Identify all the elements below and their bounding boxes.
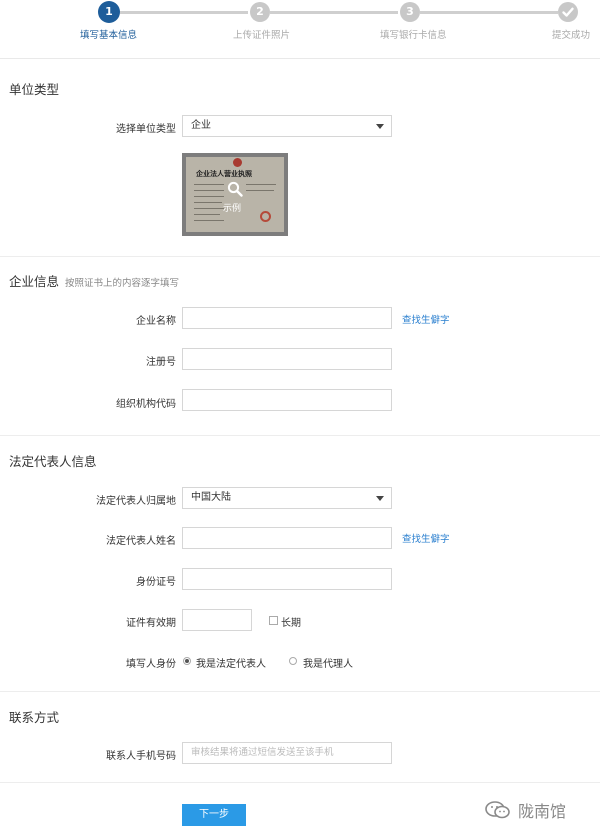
watermark-text: 陇南馆: [518, 802, 567, 821]
step-connector: [420, 11, 558, 14]
step-connector: [120, 11, 248, 14]
registration-number-label: 注册号: [146, 357, 176, 368]
step-3-circle: 3: [400, 2, 420, 22]
section-title-unit-type: 单位类型: [9, 82, 60, 97]
id-number-input[interactable]: [182, 568, 392, 590]
unit-type-value: 企业: [191, 120, 211, 131]
wechat-icon: [485, 801, 510, 819]
contact-phone-input[interactable]: 审核结果将通过短信发送至该手机: [182, 742, 392, 764]
id-validity-label: 证件有效期: [126, 618, 176, 629]
legal-rep-region-select[interactable]: 中国大陆: [182, 487, 392, 509]
step-1-circle: 1: [98, 1, 120, 23]
section-divider: [0, 435, 600, 436]
company-name-input[interactable]: [182, 307, 392, 329]
registration-number-input[interactable]: [182, 348, 392, 370]
section-title-legal-rep: 法定代表人信息: [9, 454, 97, 469]
rare-char-link[interactable]: 查找生僻字: [402, 531, 450, 545]
section-title-contact: 联系方式: [9, 710, 60, 725]
section-divider: [0, 256, 600, 257]
org-code-input[interactable]: [182, 389, 392, 411]
certificate-text-line: [246, 190, 274, 191]
legal-rep-region-label: 法定代表人归属地: [96, 496, 176, 507]
watermark: 陇南馆: [484, 798, 594, 822]
next-step-button[interactable]: 下一步: [182, 804, 246, 826]
id-validity-input[interactable]: [182, 609, 252, 631]
company-info-hint: 按照证书上的内容逐字填写: [65, 278, 180, 289]
company-name-label: 企业名称: [136, 316, 176, 327]
step-2-circle: 2: [250, 2, 270, 22]
certificate-sample-image[interactable]: 企业法人营业执照 示例: [182, 153, 288, 236]
step-2-label: 上传证件照片: [233, 30, 291, 41]
certificate-text-line: [194, 208, 224, 209]
identity-radio-agent[interactable]: [289, 657, 297, 665]
id-number-label: 身份证号: [136, 577, 176, 588]
company-info-title: 企业信息: [9, 274, 60, 289]
legal-rep-name-label: 法定代表人姓名: [106, 536, 176, 547]
identity-radio-legal-rep[interactable]: [183, 657, 191, 665]
longterm-checkbox[interactable]: [269, 616, 278, 625]
step-3-label: 填写银行卡信息: [380, 30, 447, 41]
legal-rep-name-input[interactable]: [182, 527, 392, 549]
certificate-text-line: [194, 190, 224, 191]
rare-char-link[interactable]: 查找生僻字: [402, 312, 450, 326]
section-divider: [0, 782, 600, 783]
unit-type-select[interactable]: 企业: [182, 115, 392, 137]
step-connector: [270, 11, 398, 14]
sample-caption: 示例: [223, 204, 242, 214]
longterm-label: 长期: [281, 618, 301, 629]
certificate-text-line: [194, 220, 224, 221]
certificate-text-line: [194, 184, 224, 185]
certificate-text-line: [194, 202, 222, 203]
certificate-text-line: [246, 184, 276, 185]
step-1-label: 填写基本信息: [80, 30, 138, 41]
section-divider: [0, 691, 600, 692]
org-code-label: 组织机构代码: [116, 399, 176, 410]
emblem-icon: [233, 158, 242, 167]
chevron-down-icon: [376, 124, 384, 129]
legal-rep-region-value: 中国大陆: [191, 492, 231, 503]
filler-identity-label: 填写人身份: [126, 659, 176, 670]
certificate-text-line: [194, 214, 220, 215]
identity-option-legal-rep: 我是法定代表人: [196, 659, 266, 670]
progress-stepper: 1 2 3 填写基本信息 上传证件照片 填写银行卡信息 提交成功: [0, 0, 600, 59]
step-4-label: 提交成功: [552, 30, 591, 41]
certificate-title: 企业法人营业执照: [196, 170, 252, 178]
seal-icon: [260, 211, 271, 222]
checkmark-icon: [558, 2, 578, 22]
identity-option-agent: 我是代理人: [303, 659, 353, 670]
certificate-text-line: [194, 196, 224, 197]
chevron-down-icon: [376, 496, 384, 501]
section-title-company-info: 企业信息 按照证书上的内容逐字填写: [9, 271, 179, 290]
search-icon: [227, 181, 243, 197]
unit-type-label: 选择单位类型: [116, 124, 176, 135]
contact-phone-label: 联系人手机号码: [106, 751, 176, 762]
